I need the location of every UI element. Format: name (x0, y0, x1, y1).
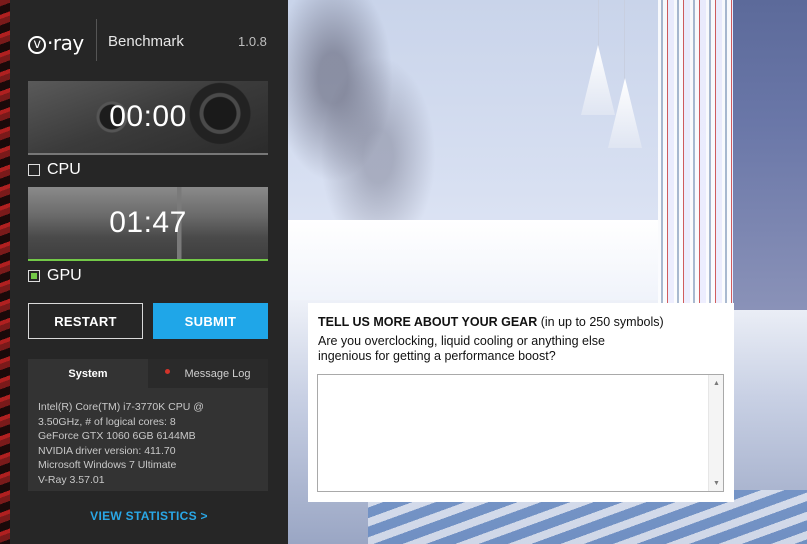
version-label: 1.0.8 (238, 34, 267, 49)
system-info-line: Intel(R) Core(TM) i7-3770K CPU @ (38, 401, 204, 413)
info-box: System Message Log Intel(R) Core(TM) i7-… (28, 359, 268, 491)
benchmark-panel: v ·ray Benchmark 1.0.8 00:00 CPU 01:47 GP… (10, 0, 288, 544)
info-tabs: System Message Log (28, 359, 268, 388)
cpu-test-card[interactable]: 00:00 (28, 81, 268, 153)
feedback-question-line: Are you overclocking, liquid cooling or … (318, 334, 605, 348)
logo-v-icon: v (28, 36, 46, 54)
gpu-progress-bar (28, 259, 268, 261)
scroll-up-icon[interactable]: ▲ (709, 376, 724, 390)
feedback-question-line: ingenious for getting a performance boos… (318, 349, 556, 363)
pendant-lamp (581, 45, 615, 115)
gpu-checkbox-row[interactable]: GPU (28, 267, 82, 285)
gpu-label: GPU (47, 267, 82, 284)
gear-feedback-dialog: TELL US MORE ABOUT YOUR GEAR (in up to 2… (308, 303, 734, 502)
log-alert-dot-icon (165, 368, 171, 374)
lamp-cord (624, 0, 625, 80)
feedback-title-main: TELL US MORE ABOUT YOUR GEAR (318, 315, 538, 329)
gear-feedback-textarea[interactable]: ▲ ▼ (317, 374, 724, 492)
background-strip (0, 0, 10, 544)
feedback-title: TELL US MORE ABOUT YOUR GEAR (in up to 2… (318, 315, 664, 329)
system-info-line: Microsoft Windows 7 Ultimate (38, 459, 177, 471)
system-info-line: 3.50GHz, # of logical cores: 8 (38, 415, 176, 428)
cpu-checkbox[interactable] (28, 164, 40, 176)
cpu-progress-bar (28, 153, 268, 155)
gpu-checkbox[interactable] (28, 270, 40, 282)
vray-logo: v ·ray (28, 28, 84, 58)
system-info-line: GeForce GTX 1060 6GB 6144MB (38, 430, 196, 442)
system-info-line: NVIDIA driver version: 411.70 (38, 444, 176, 457)
system-info-line: V-Ray 3.57.01 (38, 473, 105, 486)
restart-button[interactable]: RESTART (28, 303, 143, 339)
gpu-timer: 01:47 (109, 206, 187, 239)
lamp-cord (598, 0, 599, 50)
background-bed (288, 220, 658, 310)
textarea-scrollbar[interactable]: ▲ ▼ (708, 375, 723, 491)
submit-button[interactable]: SUBMIT (153, 303, 268, 339)
scroll-down-icon[interactable]: ▼ (709, 476, 724, 490)
tab-system[interactable]: System (28, 359, 148, 388)
view-statistics-link[interactable]: VIEW STATISTICS > (10, 509, 288, 523)
product-name: Benchmark (108, 33, 184, 50)
logo-text-rest: ·ray (47, 31, 84, 55)
logo-text: v ·ray (28, 31, 84, 55)
system-info-text: Intel(R) Core(TM) i7-3770K CPU @ 3.50GHz… (28, 388, 268, 487)
feedback-title-note: (in up to 250 symbols) (537, 315, 664, 329)
tab-message-log-label: Message Log (184, 367, 251, 380)
cpu-timer: 00:00 (109, 100, 187, 133)
tab-message-log[interactable]: Message Log (148, 359, 268, 388)
cpu-checkbox-row[interactable]: CPU (28, 161, 81, 179)
feedback-question: Are you overclocking, liquid cooling or … (318, 334, 638, 364)
cpu-label: CPU (47, 161, 81, 178)
background-window-frame (658, 0, 733, 310)
background-room (733, 0, 807, 310)
brand-divider (96, 19, 97, 61)
gpu-test-card[interactable]: 01:47 (28, 187, 268, 259)
